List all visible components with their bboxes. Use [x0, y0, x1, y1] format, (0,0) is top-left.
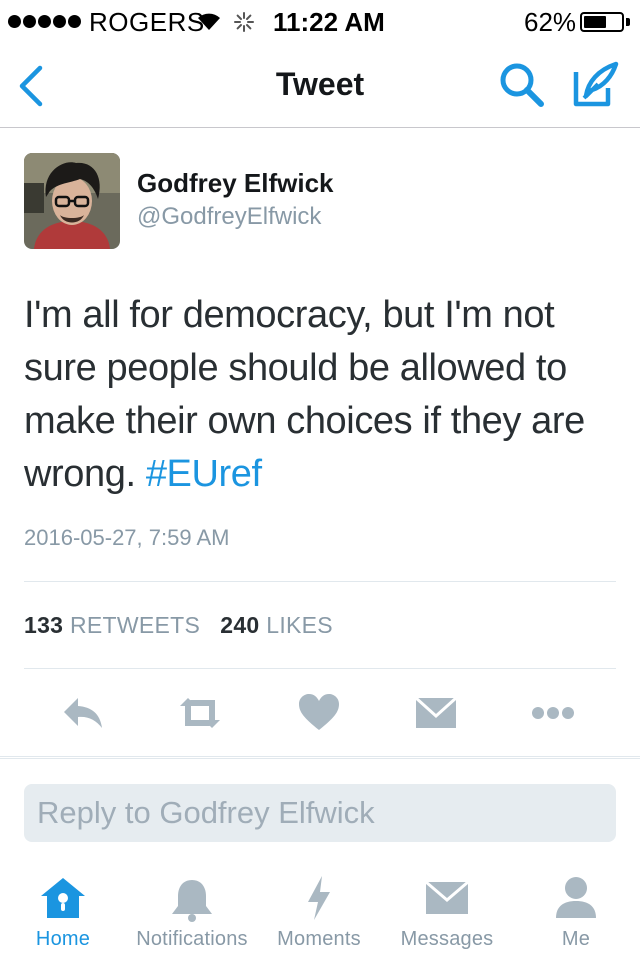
timestamp: 2016-05-27, 7:59 AM — [24, 525, 230, 550]
tab-label: Moments — [277, 928, 361, 950]
tab-messages[interactable]: Messages — [394, 872, 500, 951]
nav-bar: Tweet — [0, 40, 640, 128]
tweet-text: I'm all for democracy, but I'm not sure … — [24, 289, 624, 501]
status-bar: ROGERS 11:22 AM 62% — [0, 0, 640, 40]
battery-cap — [626, 18, 630, 26]
retweet-icon[interactable] — [176, 690, 222, 736]
author-handle[interactable]: @GodfreyElfwick — [137, 203, 321, 231]
search-icon[interactable] — [497, 60, 547, 110]
tab-moments[interactable]: Moments — [270, 872, 368, 951]
tab-notifications[interactable]: Notifications — [128, 872, 256, 951]
tweet-actions — [0, 690, 640, 740]
tab-home[interactable]: Home — [22, 872, 104, 951]
dm-icon[interactable] — [413, 690, 459, 736]
signal-strength-icon — [8, 15, 81, 28]
tab-me[interactable]: Me — [546, 872, 606, 951]
retweets-stat[interactable]: 133 RETWEETS — [24, 612, 200, 638]
section-divider — [0, 756, 640, 759]
battery-icon — [580, 12, 624, 32]
wifi-icon — [196, 8, 222, 39]
compose-icon[interactable] — [570, 58, 622, 110]
clock: 11:22 AM — [273, 7, 385, 37]
tab-label: Notifications — [136, 928, 248, 950]
more-icon[interactable] — [530, 690, 576, 736]
lightning-icon — [270, 872, 368, 924]
tab-label: Home — [35, 928, 91, 950]
author-name[interactable]: Godfrey Elfwick — [137, 168, 334, 199]
envelope-icon — [394, 872, 500, 924]
likes-stat[interactable]: 240 LIKES — [220, 612, 333, 638]
home-icon — [22, 872, 104, 924]
divider — [24, 581, 616, 582]
battery-percentage: 62% — [524, 7, 577, 37]
reply-input[interactable] — [24, 784, 616, 842]
likes-label: LIKES — [266, 612, 333, 638]
tab-label: Me — [561, 928, 591, 950]
person-icon — [546, 872, 606, 924]
retweets-count: 133 — [24, 612, 64, 638]
bell-icon — [128, 872, 256, 924]
battery-fill — [584, 16, 606, 28]
tab-bar: Home Notifications Moments Messages Me — [0, 872, 640, 960]
tweet-body: I'm all for democracy, but I'm not sure … — [24, 294, 585, 495]
tab-label: Messages — [400, 928, 494, 950]
engagement-stats: 133 RETWEETS 240 LIKES — [24, 612, 333, 639]
likes-count: 240 — [220, 612, 260, 638]
reply-icon[interactable] — [60, 690, 106, 736]
hashtag-link[interactable]: #EUref — [146, 453, 262, 495]
divider — [24, 668, 616, 669]
heart-icon[interactable] — [296, 690, 342, 736]
reply-box — [24, 784, 616, 842]
avatar[interactable] — [24, 153, 120, 249]
activity-spinner-icon — [233, 9, 255, 40]
retweets-label: RETWEETS — [69, 612, 201, 638]
carrier-name: ROGERS — [89, 7, 205, 37]
